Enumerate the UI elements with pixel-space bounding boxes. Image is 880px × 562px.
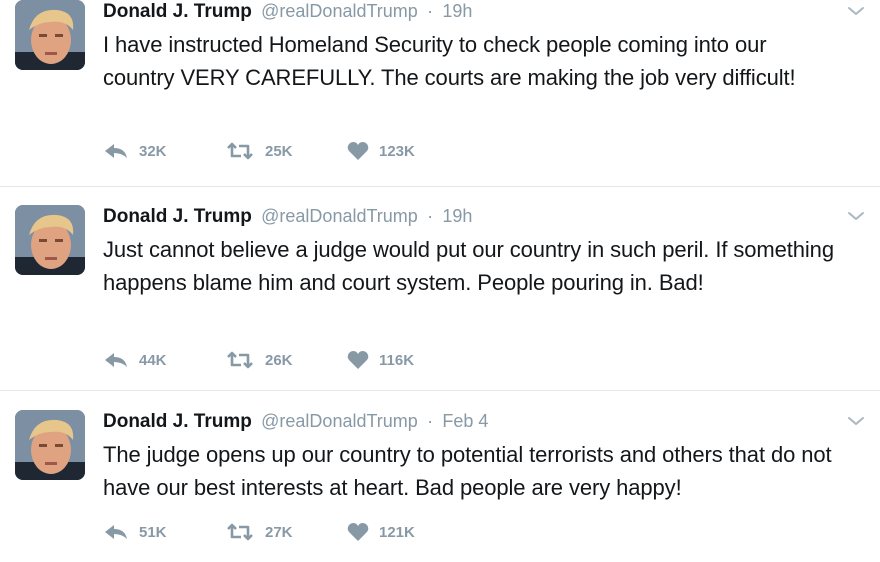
author-name[interactable]: Donald J. Trump [103, 411, 252, 432]
tweet-header: Donald J. Trump @realDonaldTrump · 19h [103, 203, 840, 229]
avatar[interactable] [15, 205, 85, 275]
tweet-actions: 32K 25K 123K [103, 138, 469, 164]
reply-icon [103, 523, 129, 541]
reply-icon [103, 142, 129, 160]
retweet-icon [225, 351, 255, 369]
tweet-content: Donald J. Trump @realDonaldTrump · Feb 4… [103, 408, 840, 504]
tweet[interactable]: Donald J. Trump @realDonaldTrump · 19h I… [0, 0, 880, 186]
chevron-down-icon[interactable] [847, 4, 865, 16]
tweet-timestamp[interactable]: 19h [442, 206, 472, 226]
tweet-text: I have instructed Homeland Security to c… [103, 32, 796, 90]
retweet-button[interactable]: 27K [225, 523, 347, 541]
author-handle[interactable]: @realDonaldTrump [261, 1, 418, 21]
reply-count: 32K [139, 142, 167, 160]
chevron-down-icon[interactable] [847, 209, 865, 221]
like-button[interactable]: 116K [347, 350, 469, 370]
separator-dot: · [427, 411, 434, 431]
reply-button[interactable]: 44K [103, 351, 225, 369]
heart-icon [347, 141, 369, 161]
like-button[interactable]: 121K [347, 522, 469, 542]
retweet-count: 27K [265, 523, 293, 541]
retweet-icon [225, 523, 255, 541]
like-count: 123K [379, 142, 415, 160]
chevron-down-icon[interactable] [847, 414, 865, 426]
like-button[interactable]: 123K [347, 141, 469, 161]
reply-button[interactable]: 51K [103, 523, 225, 541]
tweet-content: Donald J. Trump @realDonaldTrump · 19h I… [103, 0, 840, 94]
tweet-text: The judge opens up our country to potent… [103, 442, 832, 500]
retweet-button[interactable]: 26K [225, 351, 347, 369]
retweet-icon [225, 142, 255, 160]
tweet-content: Donald J. Trump @realDonaldTrump · 19h J… [103, 203, 840, 299]
tweet-divider [0, 390, 880, 391]
tweet-actions: 44K 26K 116K [103, 347, 469, 373]
reply-icon [103, 351, 129, 369]
like-count: 116K [379, 351, 415, 369]
tweet[interactable]: Donald J. Trump @realDonaldTrump · 19h J… [0, 187, 880, 391]
author-name[interactable]: Donald J. Trump [103, 206, 252, 227]
author-handle[interactable]: @realDonaldTrump [261, 206, 418, 226]
retweet-button[interactable]: 25K [225, 142, 347, 160]
separator-dot: · [427, 1, 434, 21]
heart-icon [347, 522, 369, 542]
reply-count: 44K [139, 351, 167, 369]
reply-count: 51K [139, 523, 167, 541]
tweet[interactable]: Donald J. Trump @realDonaldTrump · Feb 4… [0, 392, 880, 562]
tweet-timestamp[interactable]: 19h [442, 1, 472, 21]
author-name[interactable]: Donald J. Trump [103, 1, 252, 22]
retweet-count: 25K [265, 142, 293, 160]
author-handle[interactable]: @realDonaldTrump [261, 411, 418, 431]
avatar[interactable] [15, 0, 85, 70]
separator-dot: · [427, 206, 434, 226]
heart-icon [347, 350, 369, 370]
tweet-header: Donald J. Trump @realDonaldTrump · 19h [103, 0, 840, 24]
tweet-timestamp[interactable]: Feb 4 [442, 411, 488, 431]
tweet-text: Just cannot believe a judge would put ou… [103, 237, 834, 295]
retweet-count: 26K [265, 351, 293, 369]
avatar[interactable] [15, 410, 85, 480]
like-count: 121K [379, 523, 415, 541]
reply-button[interactable]: 32K [103, 142, 225, 160]
tweet-timeline: Donald J. Trump @realDonaldTrump · 19h I… [0, 0, 880, 542]
tweet-actions: 51K 27K 121K [103, 519, 469, 545]
tweet-header: Donald J. Trump @realDonaldTrump · Feb 4 [103, 408, 840, 434]
